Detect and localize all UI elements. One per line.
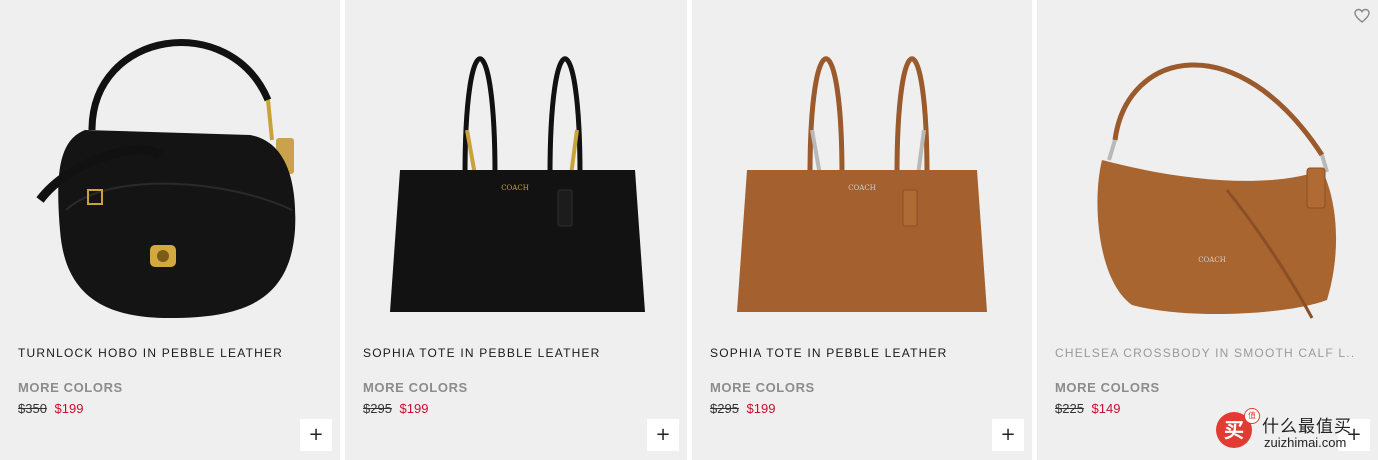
more-colors-link[interactable]: MORE COLORS	[363, 380, 468, 395]
product-card[interactable]: COACH CHELSEA CROSSBODY IN SMOOTH CALF L…	[1037, 0, 1378, 460]
more-colors-link[interactable]: MORE COLORS	[1055, 380, 1160, 395]
watermark-text-en: zuizhimai.com	[1264, 435, 1347, 450]
price-sale: $199	[399, 401, 429, 416]
add-to-bag-button[interactable]: +	[992, 419, 1024, 451]
watermark-text-cn: 什么最值买	[1262, 417, 1352, 437]
more-colors-link[interactable]: MORE COLORS	[710, 380, 815, 395]
price-original: $295	[363, 401, 392, 416]
price-original: $225	[1055, 401, 1084, 416]
price: $295 $199	[710, 401, 775, 416]
price-sale: $199	[54, 401, 84, 416]
product-image-turnlock-hobo[interactable]	[0, 0, 340, 330]
more-colors-link[interactable]: MORE COLORS	[18, 380, 123, 395]
product-card[interactable]: TURNLOCK HOBO IN PEBBLE LEATHER MORE COL…	[0, 0, 340, 460]
price: $295 $199	[363, 401, 428, 416]
watermark-badge-icon: 值	[1244, 408, 1260, 424]
price: $225 $149	[1055, 401, 1120, 416]
add-to-bag-button[interactable]: +	[647, 419, 679, 451]
price-sale: $149	[1091, 401, 1121, 416]
price-original: $295	[710, 401, 739, 416]
product-title[interactable]: TURNLOCK HOBO IN PEBBLE LEATHER	[18, 346, 318, 360]
svg-text:COACH: COACH	[501, 184, 529, 192]
product-image-chelsea-crossbody[interactable]: COACH	[1037, 0, 1378, 330]
site-watermark: 买 值 什么最值买 zuizhimai.com	[1212, 408, 1372, 454]
product-title[interactable]: SOPHIA TOTE IN PEBBLE LEATHER	[710, 346, 1010, 360]
add-to-bag-button[interactable]: +	[300, 419, 332, 451]
product-image-sophia-tote-black[interactable]: COACH	[345, 0, 687, 330]
price: $350 $199	[18, 401, 83, 416]
price-sale: $199	[746, 401, 776, 416]
svg-text:COACH: COACH	[1198, 256, 1226, 264]
product-title[interactable]: SOPHIA TOTE IN PEBBLE LEATHER	[363, 346, 663, 360]
product-image-sophia-tote-saddle[interactable]: COACH	[692, 0, 1032, 330]
product-card[interactable]: COACH SOPHIA TOTE IN PEBBLE LEATHER MORE…	[345, 0, 687, 460]
product-grid: TURNLOCK HOBO IN PEBBLE LEATHER MORE COL…	[0, 0, 1378, 460]
product-title[interactable]: CHELSEA CROSSBODY IN SMOOTH CALF L...	[1055, 346, 1355, 360]
svg-text:COACH: COACH	[848, 184, 876, 192]
product-card[interactable]: COACH SOPHIA TOTE IN PEBBLE LEATHER MORE…	[692, 0, 1032, 460]
price-original: $350	[18, 401, 47, 416]
